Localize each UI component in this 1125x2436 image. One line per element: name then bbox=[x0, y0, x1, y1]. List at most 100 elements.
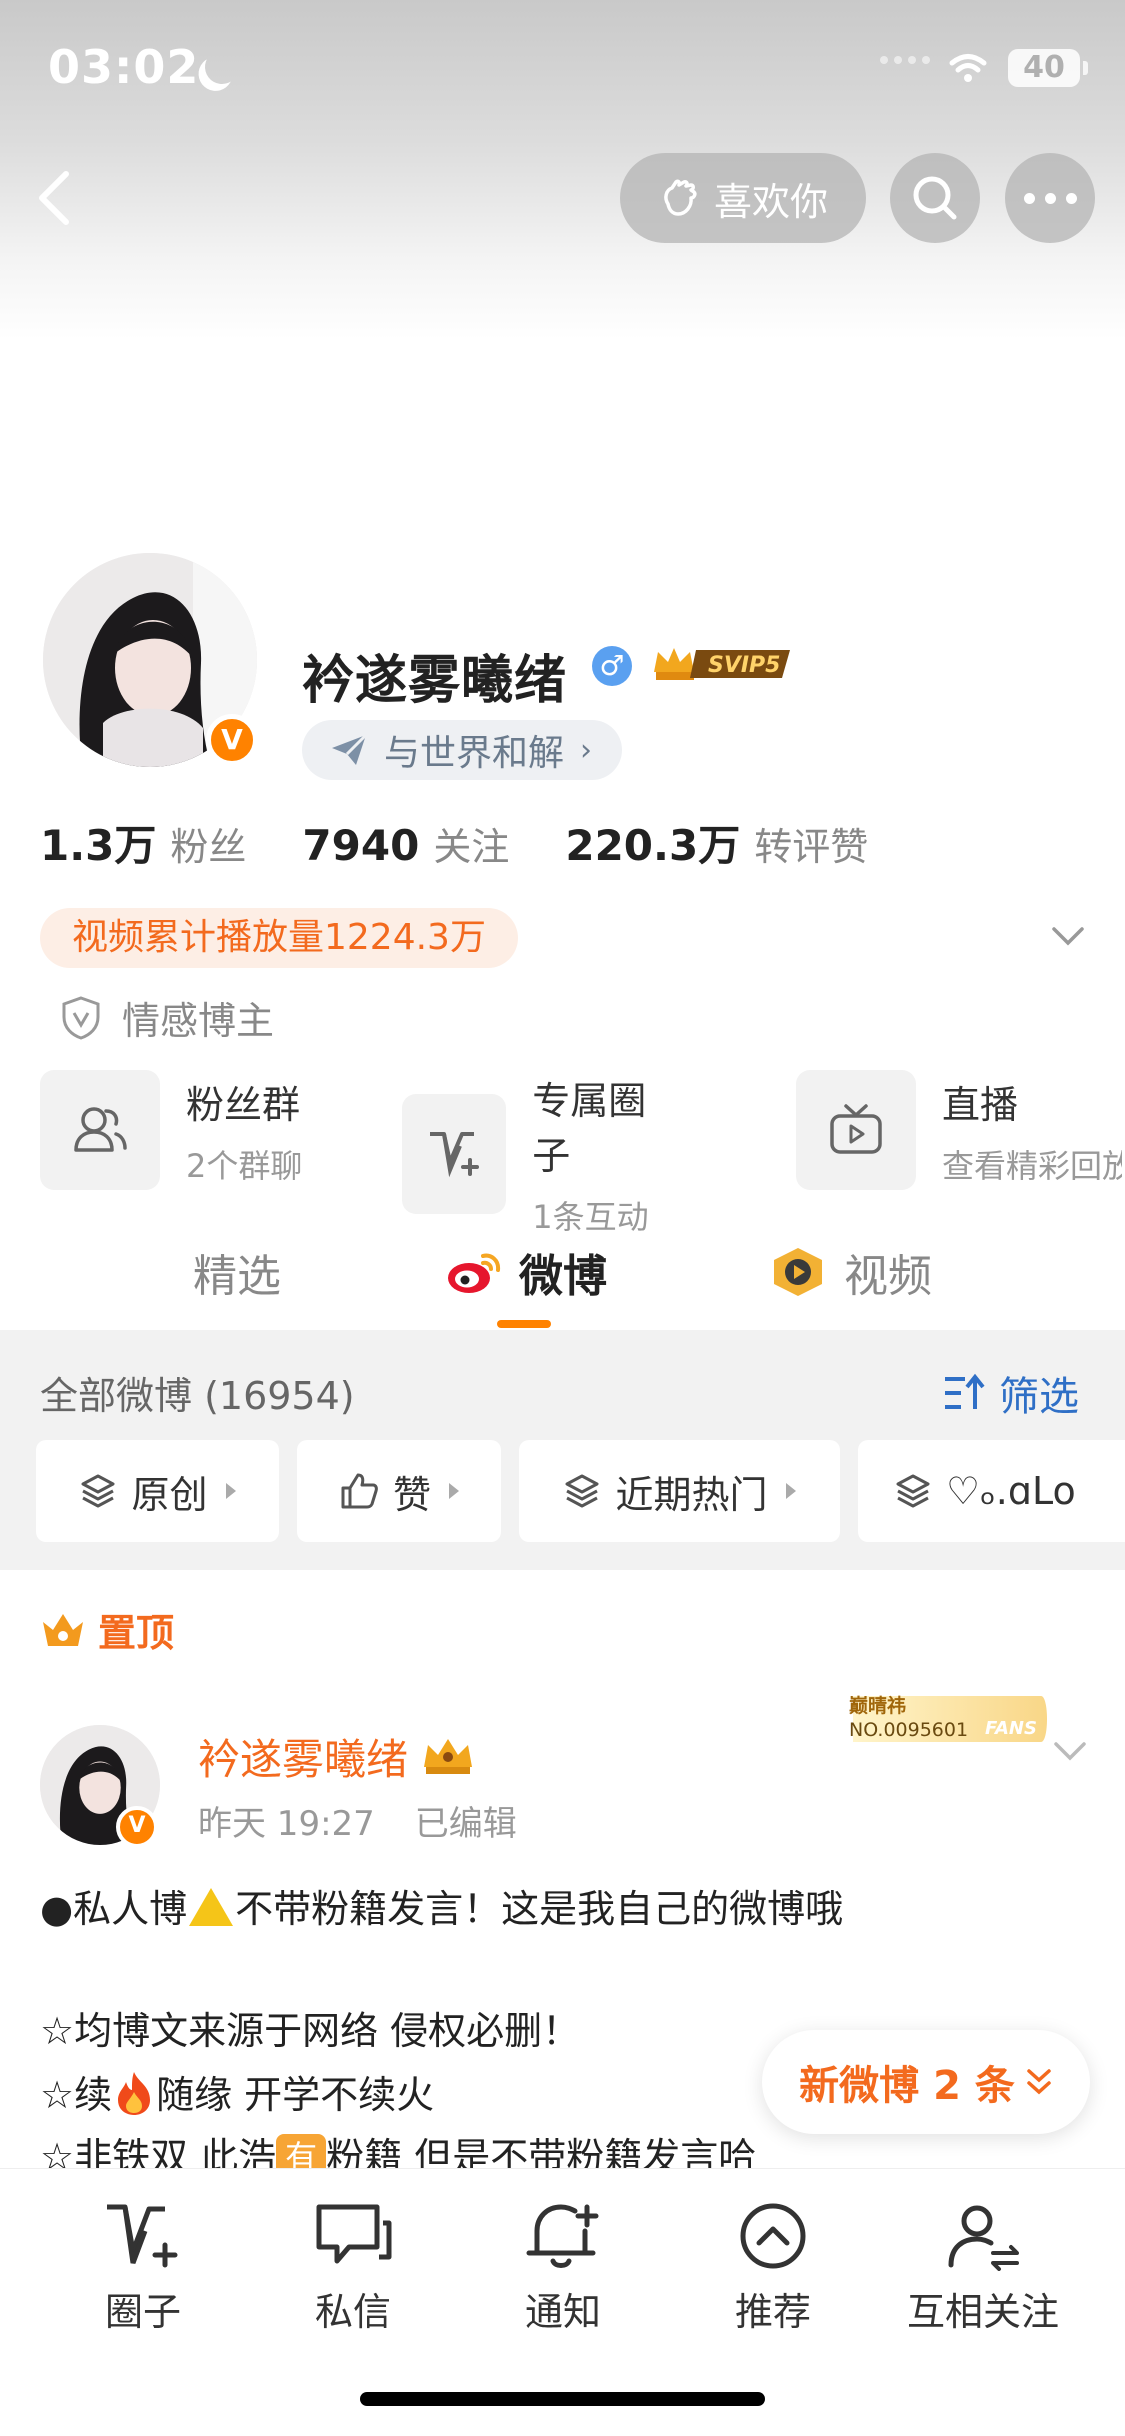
chevron-down-icon[interactable] bbox=[1050, 1730, 1090, 1770]
nav-label: 圈子 bbox=[104, 2290, 181, 2334]
filter-button[interactable]: 筛选 bbox=[943, 1364, 1079, 1422]
video-channel-icon bbox=[774, 1248, 822, 1296]
following-count[interactable]: 7940 bbox=[302, 821, 419, 870]
like-you-label: 喜欢你 bbox=[713, 179, 828, 224]
search-button[interactable] bbox=[890, 153, 980, 243]
more-dots-icon bbox=[1023, 192, 1035, 204]
filter-label: 筛选 bbox=[999, 1374, 1079, 1420]
followers-count[interactable]: 1.3万 bbox=[40, 812, 156, 873]
gender-male-icon: ♂ bbox=[592, 646, 632, 686]
nav-recommend[interactable]: 推荐 bbox=[693, 2201, 853, 2336]
play-triangle-icon bbox=[785, 1483, 796, 1499]
post-author-row[interactable]: 衿遂雾曦绪 bbox=[198, 1726, 476, 1787]
interactions-label: 转评赞 bbox=[754, 825, 869, 869]
followers-label[interactable]: 粉丝 bbox=[170, 816, 246, 871]
chat-icon bbox=[316, 2204, 392, 2264]
chevron-right-icon: › bbox=[580, 732, 593, 768]
chip-recent-hot[interactable]: 近期热门 bbox=[519, 1440, 840, 1542]
thumbs-up-icon bbox=[341, 1473, 378, 1509]
tab-label: 精选 bbox=[193, 1251, 281, 1302]
post-text-segment: ☆续 bbox=[40, 2073, 113, 2117]
fan-group-entry[interactable]: 粉丝群 2个群聊 bbox=[40, 1070, 302, 1190]
home-indicator[interactable] bbox=[360, 2392, 765, 2406]
feature-title: 粉丝群 bbox=[186, 1082, 301, 1127]
chip-custom-group[interactable]: ♡ₒ.ɑLo bbox=[858, 1440, 1125, 1542]
feature-title: 专属圈子 bbox=[532, 1079, 647, 1178]
tab-weibo[interactable]: 微博 bbox=[445, 1240, 607, 1304]
tab-label: 微博 bbox=[519, 1251, 607, 1302]
exclusive-circle-entry[interactable]: 专属圈子 1条互动 bbox=[402, 1070, 664, 1238]
layers-icon bbox=[81, 1474, 115, 1508]
nav-circle[interactable]: 圈子 bbox=[63, 2201, 223, 2336]
live-entry[interactable]: 直播 查看精彩回放 bbox=[796, 1070, 1122, 1190]
post-meta: 昨天 19:27 已编辑 bbox=[198, 1796, 517, 1845]
tab-label: 视频 bbox=[844, 1251, 932, 1302]
nav-mutual-follow[interactable]: 互相关注 bbox=[903, 2201, 1063, 2336]
nav-label: 私信 bbox=[314, 2290, 391, 2334]
svip-badge[interactable]: SVIP5 bbox=[650, 642, 795, 686]
post-line-2: ☆均博文来源于网络 侵权必删！ bbox=[40, 2009, 581, 2053]
feature-title: 直播 bbox=[942, 1082, 1019, 1127]
vip-crown-icon bbox=[424, 1738, 473, 1774]
wifi-icon bbox=[949, 54, 987, 82]
tab-video[interactable]: 视频 bbox=[768, 1240, 932, 1304]
play-triangle-icon bbox=[449, 1483, 459, 1499]
paper-plane-icon bbox=[332, 733, 368, 765]
all-posts-count: 全部微博 (16954) bbox=[40, 1374, 355, 1418]
chip-original[interactable]: 原创 bbox=[36, 1440, 279, 1542]
post-text-segment: 随缘 开学不续火 bbox=[156, 2073, 435, 2117]
following-label[interactable]: 关注 bbox=[433, 816, 509, 871]
video-play-count-tag[interactable]: 视频累计播放量1224.3万 bbox=[40, 908, 518, 968]
post-author-name: 衿遂雾曦绪 bbox=[198, 1735, 409, 1784]
nav-notifications[interactable]: 通知 bbox=[483, 2201, 643, 2336]
weibo-logo-icon bbox=[448, 1253, 501, 1293]
chip-liked[interactable]: 赞 bbox=[297, 1440, 501, 1542]
verified-badge: V bbox=[206, 714, 258, 766]
certification-row[interactable]: 情感博主 bbox=[60, 990, 274, 1045]
pinned-label-row: 置顶 bbox=[40, 1602, 174, 1657]
post-line-3: ☆续 随缘 开学不续火 bbox=[40, 2064, 434, 2119]
tv-icon bbox=[796, 1070, 916, 1190]
feed-filter-area: 全部微博 (16954) 筛选 原创 赞 近期热门 ♡ₒ.ɑLo bbox=[0, 1330, 1125, 1570]
motto-pill[interactable]: 与世界和解 › bbox=[302, 720, 623, 780]
cellular-signal-icon bbox=[880, 56, 930, 64]
new-posts-button[interactable]: 新微博 2 条 bbox=[762, 2030, 1090, 2134]
filter-icon bbox=[945, 1373, 985, 1409]
play-triangle-icon bbox=[225, 1483, 236, 1499]
chip-label: 近期热门 bbox=[615, 1472, 768, 1517]
battery-indicator: 40 bbox=[1008, 49, 1088, 87]
fans-badge-name: 巅晴祎 bbox=[849, 1694, 906, 1717]
post-line-1: ●私人博 不带粉籍发言！这是我自己的微博哦 bbox=[40, 1878, 843, 1933]
bell-icon bbox=[526, 2204, 599, 2268]
back-arrow-icon[interactable] bbox=[30, 168, 80, 228]
layers-icon bbox=[565, 1474, 599, 1508]
interactions-count: 220.3万 bbox=[565, 821, 741, 870]
feature-subtitle: 查看精彩回放 bbox=[942, 1146, 1122, 1185]
tab-featured[interactable]: 精选 bbox=[193, 1240, 281, 1304]
motto-text: 与世界和解 bbox=[384, 733, 565, 774]
svip-label: SVIP5 bbox=[708, 653, 781, 678]
double-chevron-down-icon bbox=[1027, 2069, 1051, 2095]
feature-subtitle: 2个群聊 bbox=[186, 1146, 303, 1185]
new-posts-label: 新微博 2 条 bbox=[799, 2063, 1015, 2109]
chevron-down-icon[interactable] bbox=[1048, 915, 1088, 955]
post-edited-flag[interactable]: 已编辑 bbox=[415, 1796, 517, 1845]
nav-label: 互相关注 bbox=[906, 2290, 1059, 2334]
warning-emoji-icon bbox=[189, 1888, 234, 1926]
shield-icon bbox=[62, 995, 100, 1040]
profile-name: 衿遂雾曦绪 bbox=[302, 651, 568, 711]
group-icon bbox=[40, 1070, 160, 1190]
profile-tabs: 精选 微博 视频 bbox=[0, 1230, 1125, 1330]
circle-v-icon bbox=[107, 2204, 178, 2268]
certification-label: 情感博主 bbox=[122, 999, 275, 1043]
chip-label: 原创 bbox=[131, 1472, 208, 1517]
fans-badge-word: FANS bbox=[985, 1718, 1037, 1739]
fans-badge[interactable]: 巅晴祎 NO.0095601 FANS bbox=[845, 1682, 1050, 1754]
more-button[interactable] bbox=[1005, 153, 1095, 243]
nav-label: 通知 bbox=[524, 2290, 601, 2334]
like-you-button[interactable]: 喜欢你 bbox=[620, 153, 866, 243]
crown-icon bbox=[43, 1613, 83, 1646]
nav-messages[interactable]: 私信 bbox=[273, 2201, 433, 2336]
active-tab-indicator bbox=[497, 1320, 551, 1328]
post-text-segment: ●私人博 bbox=[40, 1887, 188, 1931]
